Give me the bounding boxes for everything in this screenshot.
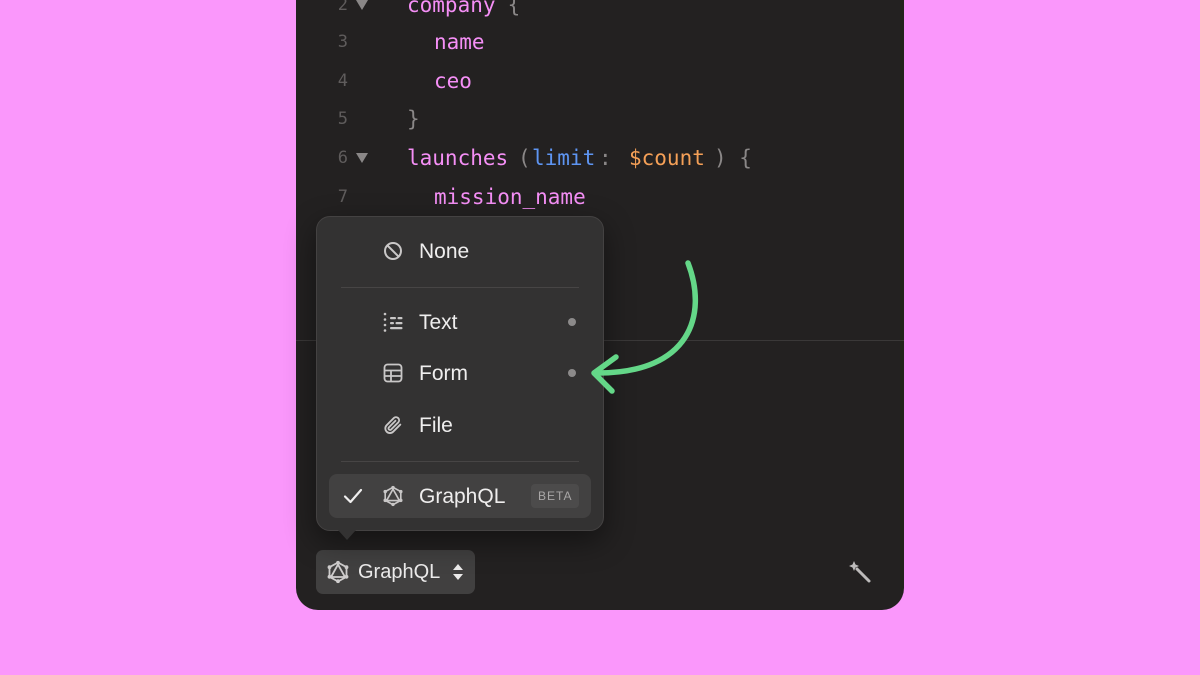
line-number: 4 [337, 71, 348, 91]
code-token: company [407, 0, 496, 17]
fold-toggle-icon[interactable] [356, 0, 368, 10]
menu-item-form[interactable]: Form [329, 351, 591, 395]
menu-pointer [338, 530, 356, 540]
menu-item-graphql[interactable]: GraphQL BETA [329, 474, 591, 518]
menu-separator [341, 461, 579, 462]
code-token: { [495, 0, 521, 17]
menu-item-label: Text [419, 311, 458, 334]
menu-item-text[interactable]: Text [329, 300, 591, 344]
paperclip-icon [384, 416, 402, 434]
body-type-menu: None Text Form File GraphQL BETA [316, 216, 604, 531]
code-token: ( [518, 146, 531, 170]
body-type-label: GraphQL [358, 561, 441, 583]
line-number: 7 [337, 187, 348, 207]
checkmark-icon [343, 488, 363, 504]
code-token: : [599, 146, 625, 170]
code-token: launches [407, 146, 509, 170]
none-icon [384, 242, 402, 260]
code-token: limit [532, 146, 596, 170]
menu-item-none[interactable]: None [329, 229, 591, 273]
graphql-icon [327, 560, 349, 584]
beta-badge: BETA [531, 484, 580, 508]
code-token: name [434, 30, 485, 54]
text-icon [383, 312, 403, 332]
menu-item-label: None [419, 240, 470, 263]
form-icon [383, 363, 403, 383]
menu-item-file[interactable]: File [329, 403, 591, 447]
code-token: } [407, 107, 420, 131]
line-number: 3 [337, 32, 348, 52]
menu-item-label: GraphQL [419, 485, 506, 508]
code-token: $count [629, 146, 705, 170]
menu-item-label: File [419, 414, 453, 437]
code-token: mission_name [434, 185, 586, 209]
code-token: ) { [714, 146, 752, 170]
magic-wand-icon[interactable] [848, 560, 872, 584]
status-dot [568, 369, 576, 377]
sort-icon [453, 564, 463, 580]
menu-item-label: Form [419, 362, 468, 385]
graphql-icon [383, 485, 403, 507]
code-token: ceo [434, 69, 472, 93]
status-dot [568, 318, 576, 326]
body-type-select-button[interactable]: GraphQL [316, 550, 475, 594]
menu-separator [341, 287, 579, 288]
fold-toggle-icon[interactable] [356, 153, 368, 163]
line-number: 5 [337, 109, 348, 129]
line-number: 2 [337, 0, 348, 15]
line-number: 6 [337, 148, 348, 168]
annotation-arrow-icon [591, 260, 698, 394]
